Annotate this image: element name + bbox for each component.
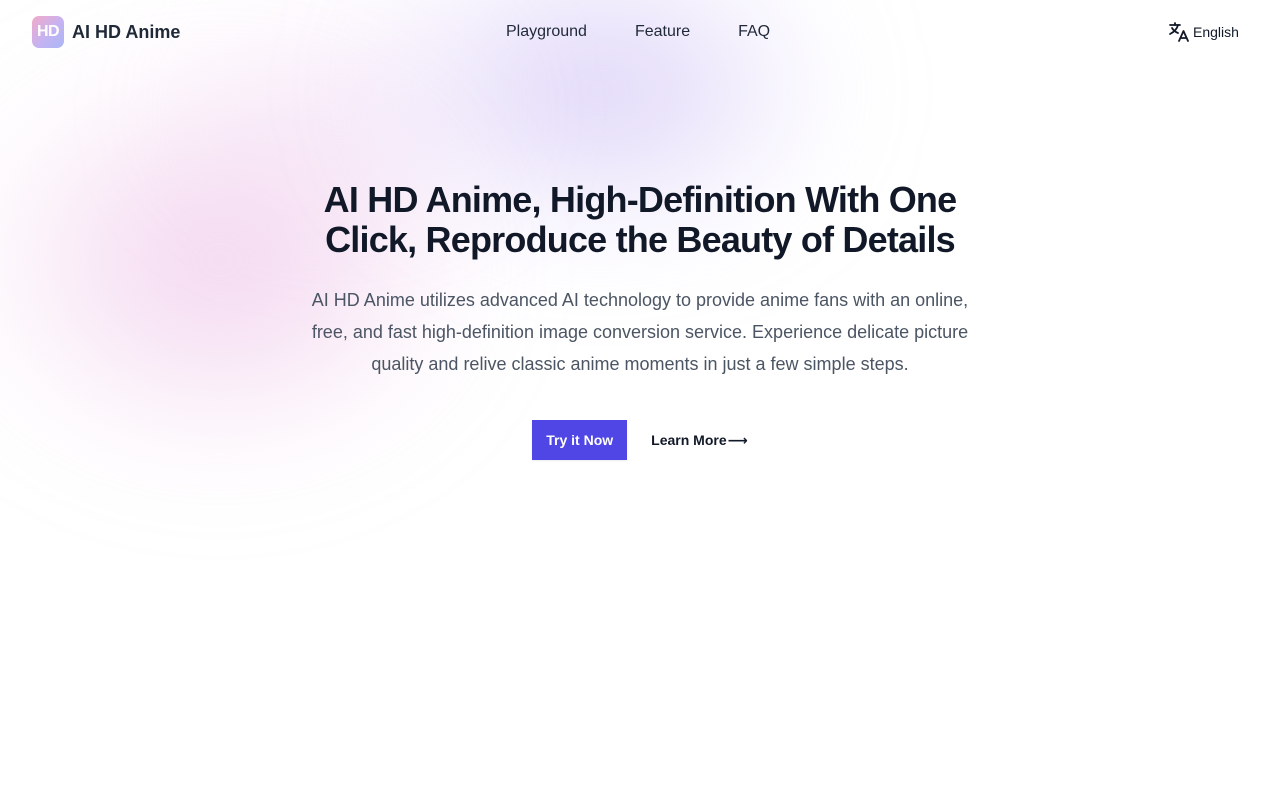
translate-icon	[1169, 22, 1189, 42]
learn-more-link[interactable]: Learn More ⟶	[651, 432, 748, 449]
language-label: English	[1193, 24, 1239, 40]
hero-description: AI HD Anime utilizes advanced AI technol…	[311, 290, 969, 374]
nav-item-faq[interactable]: FAQ	[738, 22, 770, 42]
brand-logo: HD	[32, 16, 64, 48]
hero-actions: Try it Now Learn More ⟶	[0, 420, 1280, 460]
hero-section: AI HD Anime, High-Definition With One Cl…	[0, 180, 1280, 460]
arrow-right-icon: ⟶	[727, 431, 748, 448]
nav-item-feature[interactable]: Feature	[635, 22, 690, 42]
main-nav: Playground Feature FAQ	[506, 22, 770, 42]
brand-name: AI HD Anime	[72, 21, 181, 42]
try-it-now-button[interactable]: Try it Now	[532, 420, 628, 460]
hero-title: AI HD Anime, High-Definition With One Cl…	[323, 179, 958, 260]
language-switcher[interactable]: English	[1167, 20, 1239, 44]
brand-home-link[interactable]: HD AI HD Anime	[32, 16, 180, 48]
site-header: HD AI HD Anime Playground Feature FAQ En…	[0, 0, 1280, 64]
learn-more-label: Learn More	[651, 432, 727, 448]
page: HD AI HD Anime Playground Feature FAQ En…	[0, 0, 1280, 800]
nav-item-playground[interactable]: Playground	[506, 22, 587, 42]
